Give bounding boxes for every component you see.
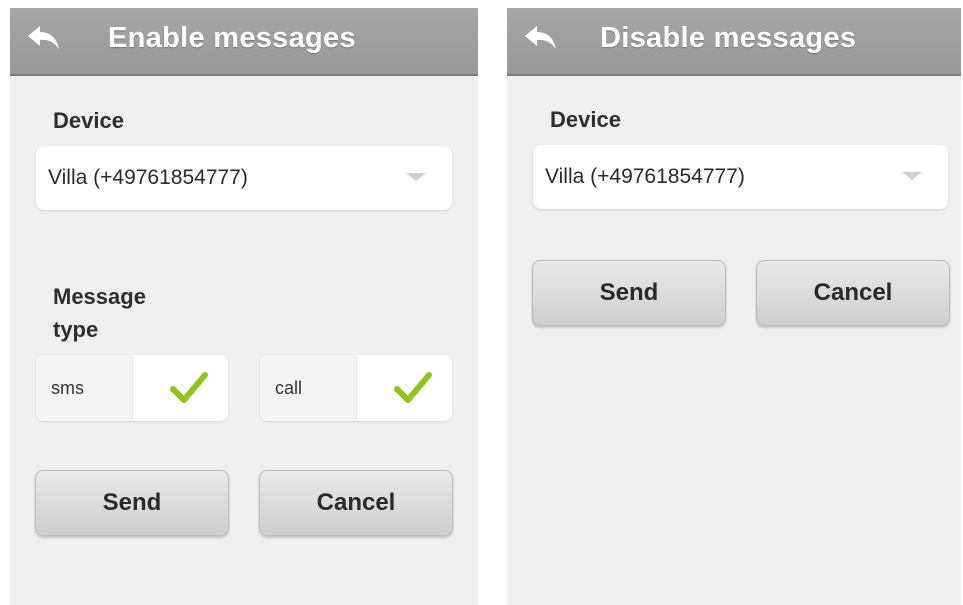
back-arrow-icon [26, 24, 62, 57]
checkmark-icon [170, 372, 208, 403]
device-select[interactable]: Villa (+49761854777) [533, 145, 948, 209]
toggle-sms-label: sms [36, 355, 133, 421]
send-button[interactable]: Send [35, 470, 229, 536]
message-type-label-line2: type [53, 317, 99, 342]
enable-messages-screen: Enable messages Device Villa (+497618547… [10, 8, 478, 605]
toggle-call[interactable]: call [260, 355, 452, 421]
device-label: Device [53, 108, 124, 133]
page-title: Enable messages [108, 22, 356, 54]
send-button[interactable]: Send [532, 260, 726, 326]
back-arrow-icon [523, 24, 559, 57]
back-button[interactable] [519, 20, 563, 60]
back-button[interactable] [22, 20, 66, 60]
message-type-label: Message type [53, 280, 146, 346]
cancel-button[interactable]: Cancel [756, 260, 950, 326]
titlebar: Enable messages [10, 8, 478, 76]
disable-messages-screen: Disable messages Device Villa (+49761854… [507, 8, 961, 605]
titlebar: Disable messages [507, 8, 961, 76]
device-select-value: Villa (+49761854777) [48, 166, 248, 189]
toggle-sms[interactable]: sms [36, 355, 228, 421]
device-select-value: Villa (+49761854777) [545, 165, 745, 188]
toggle-call-label: call [260, 355, 357, 421]
chevron-down-icon [406, 173, 426, 181]
checkmark-icon [394, 372, 432, 403]
chevron-down-icon [902, 172, 922, 180]
device-label: Device [550, 107, 621, 132]
device-select[interactable]: Villa (+49761854777) [36, 146, 452, 210]
cancel-button[interactable]: Cancel [259, 470, 453, 536]
message-type-label-line1: Message [53, 284, 146, 309]
page-title: Disable messages [600, 22, 857, 54]
